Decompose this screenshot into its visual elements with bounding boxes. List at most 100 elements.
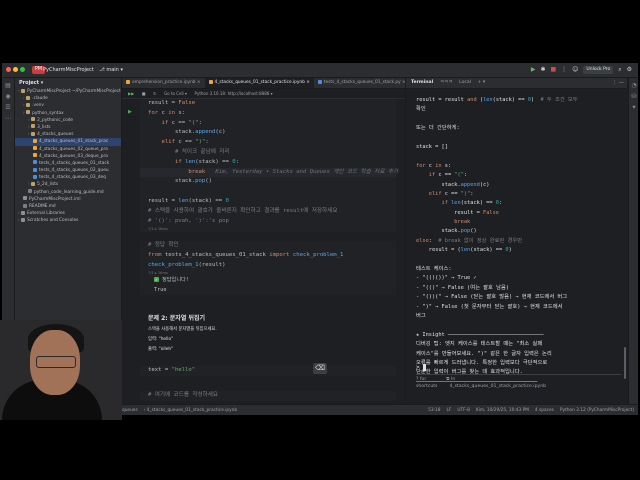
tree-item[interactable]: › python_syntax [15, 110, 121, 117]
tree-item[interactable]: python_code_learning_guide.md [15, 189, 121, 196]
code-line[interactable]: stack.pop() [140, 177, 396, 187]
terminal-scrollbar[interactable] [624, 347, 626, 379]
terminal-line: 케이스"를 만들어보세요. ")" 같은 한 글자 입력은 논리 [416, 350, 552, 357]
run-icon[interactable]: ▶ [531, 66, 536, 74]
kernel-selector[interactable]: Python 3.10.18: http://localhost:8888 ▾ [195, 89, 273, 98]
stop-icon[interactable]: ■ [550, 66, 556, 74]
tree-item[interactable]: tests_4_stacks_queues_02_queu [15, 167, 121, 174]
commit-tool-icon[interactable]: ◉ [5, 94, 11, 100]
terminal-tab-2[interactable]: Local [459, 78, 471, 88]
run-all-icon[interactable]: ▶▶ [128, 89, 134, 98]
code-cell-4[interactable]: text = "hello" [140, 366, 396, 376]
code-cell-5[interactable]: # 여기에 코드를 작성하세요 [140, 391, 396, 401]
tree-item[interactable]: › .claude [15, 95, 121, 102]
code-line[interactable]: elif c == ")": [140, 138, 396, 148]
ai-assistant-icon[interactable]: ✦ [631, 105, 637, 111]
backspace-icon[interactable]: ⌫ [313, 363, 327, 374]
tree-item[interactable]: › Scratches and Consoles [15, 217, 121, 224]
code-line[interactable]: # 석이크 끝남에 저리 [140, 148, 396, 158]
tree-item-label: tests_4_stacks_queues_01_stack [39, 160, 110, 166]
terminal-tab-1[interactable]: ㅋㅋㅋ [440, 78, 453, 88]
editor-tab[interactable]: tests_4_stacks_queues_01_stack.py × [314, 78, 405, 88]
glasses [36, 356, 76, 368]
breadcrumb-item[interactable]: › 4_stacks_queues_01_stack_practice.ipyn… [144, 405, 237, 415]
editor-tab[interactable]: 4_stacks_queues_01_stack_practice.ipynb … [204, 78, 314, 88]
code-line[interactable]: if len(stack) == 0: [140, 158, 396, 168]
status-item[interactable]: UTF-8 [457, 405, 470, 415]
folder-icon [31, 131, 36, 136]
right-tool-stripe: ◔ ⛁ ✦ [628, 78, 638, 404]
tree-item[interactable]: › 5_2d_lists [15, 181, 121, 188]
tree-item[interactable]: 4_stacks_queues_02_queue_pra [15, 146, 121, 153]
project-tool-icon[interactable]: ▤ [5, 83, 11, 89]
tree-item[interactable]: tests_4_stacks_queues_01_stack [15, 160, 121, 167]
markdown-cell-3[interactable]: 문제 2: 문자열 뒤집기 스택을 사용해서 문자열을 뒤집으세요. 입력: "he… [140, 313, 396, 355]
more-tools-icon[interactable]: ⋯ [5, 116, 11, 122]
project-panel-label: Project [19, 80, 40, 86]
code-line[interactable]: # 정답 확인 [140, 241, 396, 251]
stop-kernel-icon[interactable]: ■ [142, 89, 146, 98]
code-line[interactable]: # '()': pvah, ')':'s pop [140, 217, 396, 227]
tree-item[interactable]: tests_4_stacks_queues_03_deq [15, 174, 121, 181]
code-line[interactable] [140, 187, 396, 197]
status-item[interactable]: LF [447, 405, 452, 415]
code-line[interactable]: # 여기에 코드를 작성하세요 [140, 391, 396, 401]
go-to-cell-dropdown[interactable]: Go to Cell ▾ [164, 89, 187, 98]
code-line[interactable]: # 스택을 사용하여 괄호가 올바른지 확인하고 결과를 result에 저장하… [140, 207, 396, 217]
settings-icon[interactable]: ⚙ [627, 66, 632, 74]
code-line[interactable]: result = False [140, 99, 396, 109]
tree-item[interactable]: › 3_lists [15, 124, 121, 131]
new-terminal-icon[interactable]: + ▾ [478, 78, 486, 88]
code-cell-1[interactable]: result = False for c in s: if c == "(": s… [128, 99, 398, 233]
search-icon[interactable]: ⌕ [618, 66, 621, 74]
database-icon[interactable]: ⛁ [631, 94, 637, 100]
close-tab-icon[interactable]: × [305, 80, 310, 85]
terminal-input[interactable]: > [416, 362, 621, 375]
tree-item[interactable]: › PyCharmMiscProject ~/PyCharmMiscProjec… [15, 88, 121, 95]
code-line[interactable]: stack.append(c) [140, 128, 396, 138]
branch-selector[interactable]: ⎇ main ▾ [99, 66, 123, 74]
unlock-pro-button[interactable]: Unlock Pro [583, 66, 614, 74]
close-tab-icon[interactable]: × [196, 80, 201, 85]
terminal-options-icon[interactable]: ⋮ — [612, 78, 624, 88]
status-item[interactable]: Python 3.12 (PyCharmMiscProject) [560, 405, 634, 415]
notifications-icon[interactable]: ◔ [631, 83, 637, 89]
code-line[interactable]: if c == "(": [140, 119, 396, 129]
project-selector[interactable]: PyCharmMiscProject [43, 66, 94, 74]
project-panel-title[interactable]: Project ▾ [15, 78, 121, 88]
status-item[interactable]: 4 spaces [535, 405, 554, 415]
tree-item[interactable]: › External Libraries [15, 210, 121, 217]
restart-kernel-icon[interactable]: ↻ [153, 89, 156, 98]
tree-item-label: Scratches and Consoles [27, 218, 79, 224]
tree-item[interactable]: › .venv [15, 102, 121, 109]
people-icon[interactable]: ☺ [572, 66, 578, 74]
editor-tab[interactable]: omprehension_practice.ipynb × [122, 78, 205, 88]
code-line[interactable]: result = len(stack) == 0 [140, 197, 396, 207]
code-line[interactable]: text = "hello" [140, 366, 396, 376]
structure-tool-icon[interactable]: ☰ [5, 105, 11, 111]
code-cell-2[interactable]: # 정답 확인 from tests_4_stacks_queues_01_sta… [140, 241, 396, 296]
cell-run-icon[interactable]: ▶ [128, 109, 132, 115]
terminal-line: result = False [454, 209, 499, 216]
tree-item[interactable]: › 4_stacks_queues [15, 131, 121, 138]
code-line[interactable]: from tests_4_stacks_queues_01_stack impo… [140, 251, 396, 261]
status-item[interactable]: Kim, 10/29/25, 10:43 PM [476, 405, 529, 415]
terminal-footer: ? for ⧉ In shortcuts 4_stacks_queues_01_st… [416, 376, 626, 390]
minimize-window-icon[interactable] [13, 67, 18, 72]
tree-item[interactable]: 4_stacks_queues_03_deque_pra [15, 153, 121, 160]
debug-icon[interactable]: ✱ [540, 66, 545, 74]
tree-item[interactable]: 4_stacks_queues_01_stack_prac [15, 138, 121, 146]
tree-item[interactable]: README.md [15, 203, 121, 210]
code-line[interactable]: for c in s: [140, 109, 396, 119]
file-icon [23, 196, 27, 201]
more-icon[interactable]: ⋮ [561, 66, 567, 74]
zoom-window-icon[interactable] [20, 67, 25, 72]
tree-item[interactable]: PyCharmMiscProject.iml [15, 196, 121, 203]
code-line[interactable]: check_problem_1(result) [140, 261, 396, 271]
terminal-line: - "(()" → False (여는 괄호 남음) [416, 284, 510, 291]
status-item[interactable]: 53:18 [428, 405, 440, 415]
tree-item[interactable]: › 2_pythonic_code [15, 117, 121, 124]
close-window-icon[interactable] [6, 67, 11, 72]
code-line[interactable]: break Kim, Yesterday • Stacks and Queues… [140, 167, 398, 178]
